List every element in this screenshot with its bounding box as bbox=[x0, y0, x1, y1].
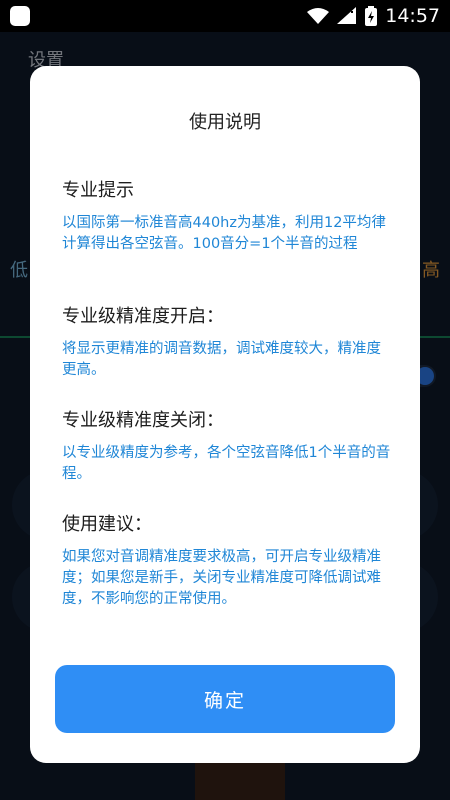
status-bar: 14:57 bbox=[0, 0, 450, 32]
clock: 14:57 bbox=[385, 5, 440, 27]
section-body: 如果您对音调精准度要求极高，可开启专业级精准度；如果您是新手，关闭专业精准度可降… bbox=[62, 549, 381, 607]
section-body: 以专业级精度为参考，各个空弦音降低1个半音的音程。 bbox=[62, 445, 391, 482]
battery-charging-icon bbox=[365, 6, 378, 26]
wifi-icon bbox=[307, 8, 330, 24]
confirm-button[interactable]: 确定 bbox=[55, 665, 395, 733]
instructions-dialog: 使用说明 专业提示 以国际第一标准音高440hz为基准，利用12平均律计算得出各… bbox=[30, 66, 420, 763]
signal-icon bbox=[337, 7, 357, 24]
section-heading: 专业级精准度关闭： bbox=[62, 410, 224, 431]
dialog-title: 使用说明 bbox=[189, 112, 261, 133]
app-notification-icon bbox=[10, 6, 30, 26]
section-body: 以国际第一标准音高440hz为基准，利用12平均律计算得出各空弦音。100音分=… bbox=[62, 215, 386, 252]
section-heading: 使用建议： bbox=[62, 514, 152, 535]
section-heading: 专业级精准度开启： bbox=[62, 306, 224, 327]
section-heading: 专业提示 bbox=[62, 180, 134, 201]
section-body: 将显示更精准的调音数据，调试难度较大，精准度更高。 bbox=[62, 341, 381, 378]
